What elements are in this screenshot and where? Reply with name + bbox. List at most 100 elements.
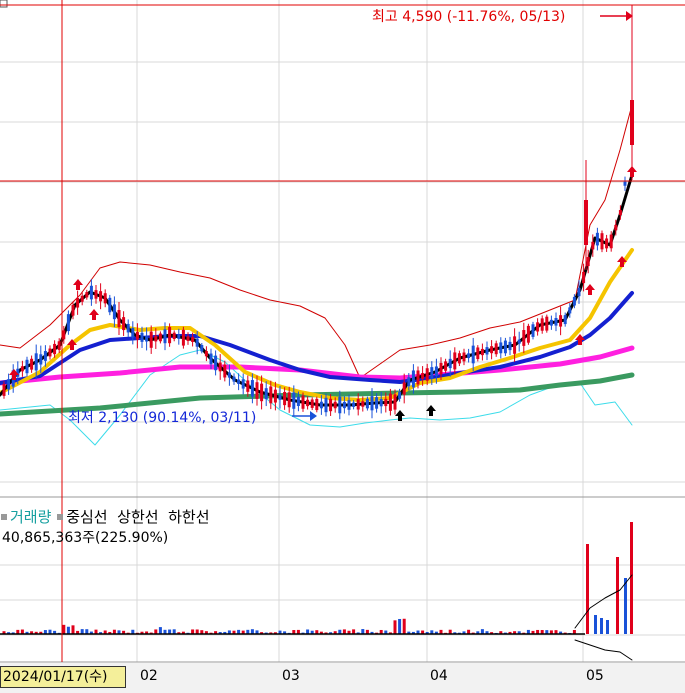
candle-body — [540, 318, 544, 331]
candle-body — [154, 335, 158, 342]
legend-lower[interactable]: 하한선 — [168, 508, 209, 526]
candle-body — [306, 399, 310, 407]
candle-body — [471, 345, 475, 364]
candle-body — [25, 359, 29, 374]
candle-body — [287, 392, 291, 408]
candle-body — [204, 351, 208, 357]
candle-body — [379, 399, 383, 407]
ma-magenta-line — [0, 345, 635, 386]
price-volume-chart[interactable] — [0, 0, 685, 693]
candle-body — [172, 332, 176, 340]
candle-body — [595, 232, 599, 246]
volume-bar — [630, 522, 633, 634]
candle-body — [292, 392, 296, 409]
candle-body — [108, 297, 112, 313]
candle-body — [191, 337, 195, 342]
candle-body — [536, 322, 540, 332]
window-corner-icon — [0, 0, 8, 8]
candle-body — [135, 331, 139, 340]
candle-body — [62, 330, 66, 340]
candle-body — [200, 345, 204, 352]
candle-body — [347, 400, 351, 410]
candle-body — [416, 370, 420, 385]
candle-body — [485, 347, 489, 355]
candle-body — [103, 293, 107, 304]
volume-bar — [158, 627, 162, 634]
candle-body — [145, 336, 149, 342]
volume-bar — [62, 624, 66, 634]
candle-body — [241, 379, 245, 389]
candle-body — [94, 290, 98, 299]
volume-bar — [616, 557, 619, 634]
volume-bar — [624, 578, 627, 634]
candle-body — [168, 327, 172, 344]
legend-center[interactable]: 중심선 — [66, 508, 107, 526]
candle-body — [407, 377, 411, 387]
x-tick-label: 02 — [140, 668, 158, 684]
legend-volume[interactable]: 거래량 — [10, 508, 51, 526]
candle-body — [296, 396, 300, 406]
legend-upper[interactable]: 상한선 — [117, 508, 158, 526]
candle-body — [315, 398, 319, 411]
candle-body — [195, 338, 199, 347]
volume-bar — [594, 615, 597, 634]
crosshair — [0, 0, 685, 662]
candle-body — [618, 210, 622, 215]
candle-body — [2, 384, 6, 396]
peak-annotation: 최고 4,590 (-11.76%, 05/13) — [372, 9, 566, 25]
volume-bar — [402, 618, 406, 634]
chart-grid — [0, 0, 685, 693]
candle-body — [572, 296, 576, 306]
candle-body — [89, 285, 93, 300]
candle-body — [163, 329, 167, 344]
candle-body — [398, 391, 402, 399]
candle-body — [177, 334, 181, 339]
candle-body — [260, 383, 264, 402]
candle-body — [273, 389, 277, 403]
candle-body — [319, 401, 323, 409]
candle-body — [425, 368, 429, 381]
candle-body — [439, 362, 443, 375]
candle-body — [223, 364, 227, 378]
candle-body — [600, 233, 604, 250]
volume-bar — [393, 620, 397, 634]
candle-body — [526, 325, 530, 343]
volume-bar — [600, 618, 603, 634]
candle-body — [131, 328, 135, 338]
x-tick-label: 04 — [430, 668, 448, 684]
candle-body — [85, 292, 89, 298]
candle-body — [352, 402, 356, 407]
candle-body — [393, 394, 397, 410]
candle-body — [563, 315, 567, 325]
candle-body — [586, 257, 590, 267]
volume-band-lower — [574, 639, 633, 661]
candle-body — [76, 297, 80, 308]
candle-body — [476, 347, 480, 360]
volume-bar — [398, 618, 402, 634]
candle-body — [301, 395, 305, 409]
candle-body — [140, 332, 144, 342]
candle-body — [232, 376, 236, 382]
candle-body — [214, 355, 218, 371]
candle-body — [490, 346, 494, 354]
candle-body — [99, 291, 103, 302]
candle-body — [365, 398, 369, 409]
candle-body — [462, 352, 466, 362]
candle-body — [467, 353, 471, 359]
volume-bar — [66, 626, 70, 634]
candle-body — [333, 401, 337, 409]
candle-body — [494, 343, 498, 355]
candle-body — [283, 391, 287, 406]
volume-bar — [606, 620, 609, 634]
candle-body — [402, 382, 406, 395]
candle-body — [80, 295, 84, 302]
candle-body — [513, 336, 517, 354]
volume-band-upper — [574, 574, 633, 629]
candle-body — [255, 382, 259, 399]
buy-arrow-icon — [627, 166, 637, 177]
low-annotation: 최저 2,130 (90.14%, 03/11) — [68, 410, 257, 426]
candle-body — [278, 394, 282, 400]
candle-body — [609, 234, 613, 249]
candle-body — [549, 319, 553, 326]
candle-body — [582, 271, 586, 284]
